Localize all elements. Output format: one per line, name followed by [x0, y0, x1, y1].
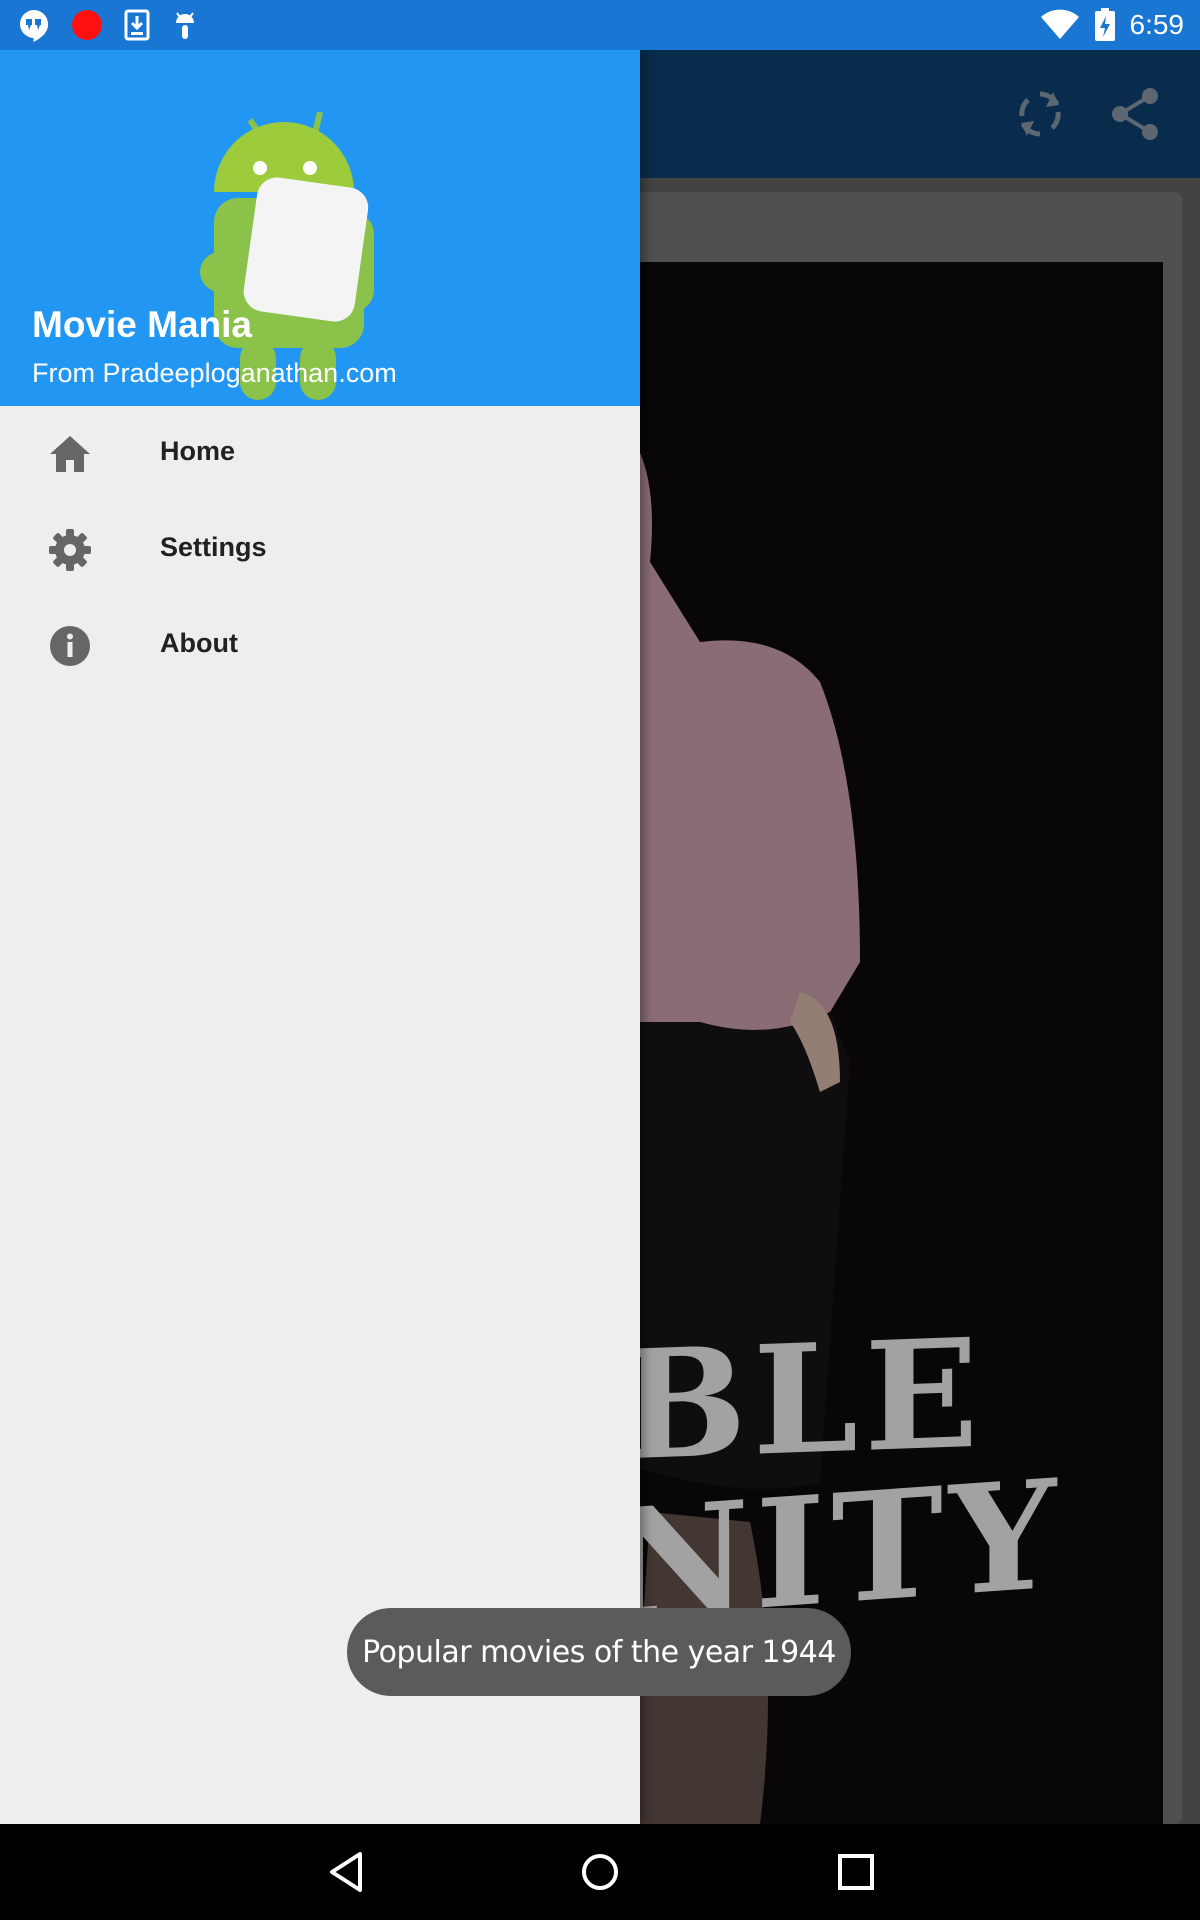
wifi-icon: [1040, 9, 1079, 39]
system-nav-bar: [0, 1824, 1200, 1920]
drawer-item-label: About: [160, 628, 238, 658]
status-time: 6:59: [1129, 9, 1185, 40]
drawer-item-about[interactable]: About: [0, 598, 640, 694]
status-bar: 6:59: [0, 0, 1200, 50]
back-icon[interactable]: [320, 1846, 372, 1898]
battery-charging-icon: [1094, 8, 1115, 41]
home-icon: [50, 436, 90, 472]
recents-icon[interactable]: [830, 1846, 882, 1898]
drawer-item-label: Home: [160, 436, 236, 466]
toast-text: Popular movies of the year 1944: [362, 1634, 836, 1670]
download-icon: [124, 9, 150, 41]
record-icon: [72, 10, 102, 40]
android-debug-icon: [176, 12, 194, 39]
drawer-item-label: Settings: [160, 532, 267, 562]
drawer-menu: Home Settings About: [0, 406, 640, 694]
info-icon: [50, 626, 90, 666]
drawer-header: Movie Mania From Pradeeploganathan.com: [0, 50, 640, 406]
notification-icons: [18, 0, 198, 50]
drawer-item-home[interactable]: Home: [0, 406, 640, 502]
drawer-subtitle: From Pradeeploganathan.com: [32, 358, 397, 388]
gear-icon: [49, 529, 91, 571]
hangouts-icon: [20, 10, 49, 42]
home-circle-icon[interactable]: [574, 1846, 626, 1898]
drawer-item-settings[interactable]: Settings: [0, 502, 640, 598]
drawer-title: Movie Mania: [32, 304, 252, 345]
toast-message: Popular movies of the year 1944: [347, 1608, 851, 1696]
navigation-drawer: Movie Mania From Pradeeploganathan.com H…: [0, 50, 640, 1824]
